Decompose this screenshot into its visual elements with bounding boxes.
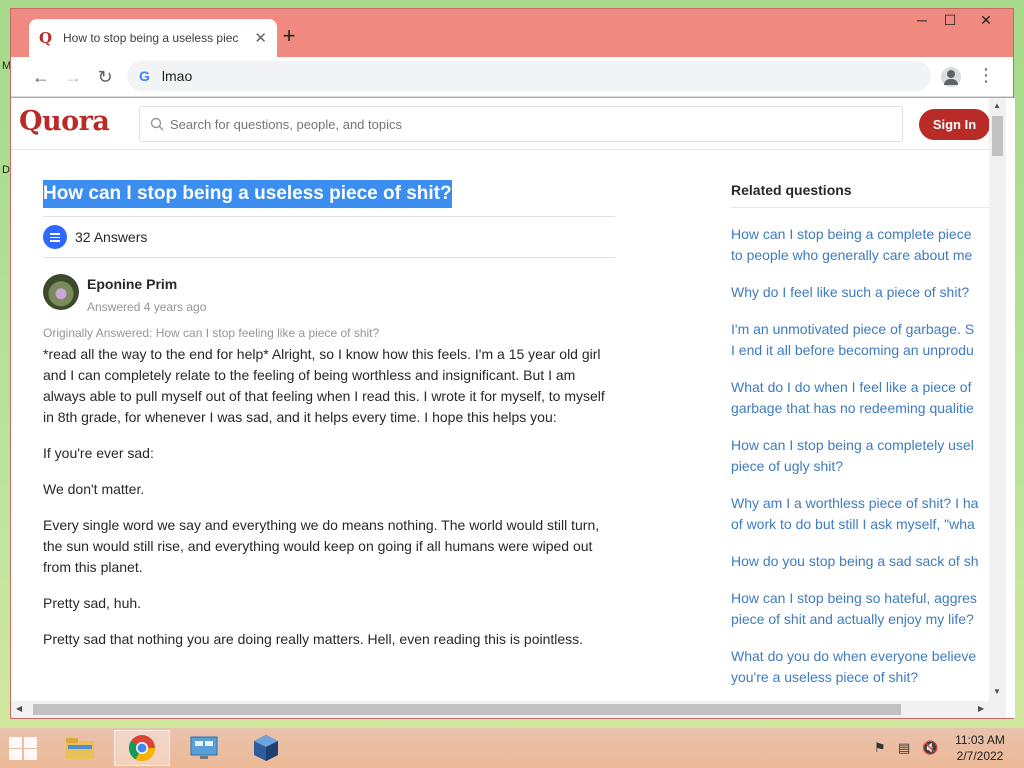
- clock-date: 2/7/2022: [956, 749, 1004, 763]
- tab-close-icon[interactable]: ✕: [254, 29, 267, 47]
- sign-in-button[interactable]: Sign In: [919, 109, 990, 140]
- answer-author: Eponine Prim Answered 4 years ago: [43, 274, 615, 314]
- address-bar[interactable]: G lmao: [127, 61, 931, 91]
- desktop-icon-label: D: [2, 164, 10, 176]
- google-icon: G: [139, 68, 150, 84]
- related-questions: Related questions How can I stop being a…: [731, 150, 989, 688]
- browser-window: Q How to stop being a useless piec ✕ + ─…: [10, 8, 1015, 719]
- windows-logo-icon: [9, 737, 22, 748]
- file-explorer-taskbar-button[interactable]: [52, 730, 108, 766]
- related-question-link[interactable]: How can I stop being a complete piece to …: [731, 224, 989, 266]
- browser-tab[interactable]: Q How to stop being a useless piec ✕: [29, 19, 277, 57]
- virtualbox-taskbar-button[interactable]: [238, 730, 294, 766]
- quora-favicon-icon: Q: [39, 29, 53, 47]
- control-panel-icon: [190, 736, 218, 759]
- scroll-up-icon[interactable]: ▲: [993, 101, 1001, 110]
- answer-paragraph: Pretty sad that nothing you are doing re…: [43, 631, 584, 647]
- virtualbox-icon: [254, 735, 278, 761]
- related-question-link[interactable]: Why do I feel like such a piece of shit?: [731, 282, 989, 303]
- search-box[interactable]: [139, 106, 903, 142]
- vertical-scroll-thumb[interactable]: [992, 116, 1003, 156]
- answer-paragraph: *read all the way to the end for help* A…: [43, 346, 605, 425]
- horizontal-scrollbar[interactable]: ◀ ▶: [11, 701, 1006, 718]
- browser-toolbar: ← → ↻ G lmao ⋮: [11, 57, 1013, 97]
- scroll-down-icon[interactable]: ▼: [993, 687, 1001, 696]
- related-question-link[interactable]: How do you stop being a sad sack of sh: [731, 551, 989, 572]
- avatar[interactable]: [43, 274, 79, 310]
- quora-header: Quora Sign In: [11, 98, 990, 150]
- answer-paragraph: We don't matter.: [43, 481, 145, 497]
- back-button[interactable]: ←: [29, 65, 53, 89]
- answer-paragraph: Every single word we say and everything …: [43, 517, 600, 575]
- question-title[interactable]: How can I stop being a useless piece of …: [43, 180, 452, 208]
- originally-answered[interactable]: Originally Answered: How can I stop feel…: [43, 326, 615, 340]
- answers-count: 32 Answers: [75, 229, 148, 245]
- action-center-flag-icon[interactable]: ⚑: [874, 740, 886, 756]
- address-bar-text[interactable]: lmao: [162, 68, 192, 84]
- question-main: How can I stop being a useless piece of …: [43, 150, 615, 650]
- forward-button[interactable]: →: [61, 65, 85, 89]
- tab-title: How to stop being a useless piec: [63, 31, 239, 45]
- scroll-right-icon[interactable]: ▶: [978, 704, 984, 713]
- web-page: Quora Sign In How can I stop being a use…: [11, 98, 1015, 718]
- answer-paragraph: Pretty sad, huh.: [43, 595, 142, 611]
- control-panel-taskbar-button[interactable]: [176, 730, 232, 766]
- answers-row[interactable]: 32 Answers: [43, 217, 615, 257]
- answer-paragraph: If you're ever sad:: [43, 445, 154, 461]
- close-window-button[interactable]: ✕: [971, 12, 1001, 29]
- reload-button[interactable]: ↻: [93, 65, 117, 89]
- new-tab-button[interactable]: +: [277, 25, 301, 49]
- related-question-link[interactable]: What do I do when I feel like a piece of…: [731, 377, 989, 419]
- related-question-link[interactable]: What do you do when everyone believe you'…: [731, 646, 989, 688]
- related-question-link[interactable]: I'm an unmotivated piece of garbage. SI …: [731, 319, 989, 361]
- browser-titlebar: Q How to stop being a useless piec ✕ + ─…: [11, 9, 1013, 57]
- search-icon: [150, 117, 164, 131]
- taskbar: ⚑ ▤ 🔇 11:03 AM 2/7/2022: [0, 728, 1024, 768]
- author-name[interactable]: Eponine Prim: [87, 276, 206, 292]
- related-questions-title: Related questions: [731, 182, 989, 208]
- answer-date[interactable]: Answered 4 years ago: [87, 300, 206, 314]
- system-clock[interactable]: 11:03 AM 2/7/2022: [940, 732, 1020, 764]
- related-question-link[interactable]: How can I stop being a completely usel pi…: [731, 435, 989, 477]
- chrome-taskbar-button[interactable]: [114, 730, 170, 766]
- related-question-link[interactable]: Why am I a worthless piece of shit? I ha…: [731, 493, 989, 535]
- maximize-button[interactable]: ☐: [935, 12, 965, 29]
- profile-icon[interactable]: [941, 67, 961, 87]
- network-icon[interactable]: ▤: [898, 740, 910, 756]
- vertical-scrollbar[interactable]: ▲ ▼: [989, 98, 1006, 701]
- clock-time: 11:03 AM: [955, 733, 1005, 747]
- chrome-icon: [128, 735, 156, 762]
- browser-menu-icon[interactable]: ⋮: [977, 65, 995, 86]
- horizontal-scroll-thumb[interactable]: [33, 704, 901, 715]
- folder-icon: [66, 738, 94, 759]
- search-input[interactable]: [170, 116, 870, 132]
- quora-logo[interactable]: Quora: [19, 106, 110, 137]
- divider: [43, 257, 615, 258]
- start-button[interactable]: [8, 736, 38, 760]
- volume-muted-icon[interactable]: 🔇: [922, 740, 938, 756]
- scroll-left-icon[interactable]: ◀: [16, 704, 22, 713]
- answers-list-icon: [43, 225, 67, 249]
- related-question-link[interactable]: How can I stop being so hateful, aggres p…: [731, 588, 989, 630]
- minimize-button[interactable]: ─: [907, 12, 937, 28]
